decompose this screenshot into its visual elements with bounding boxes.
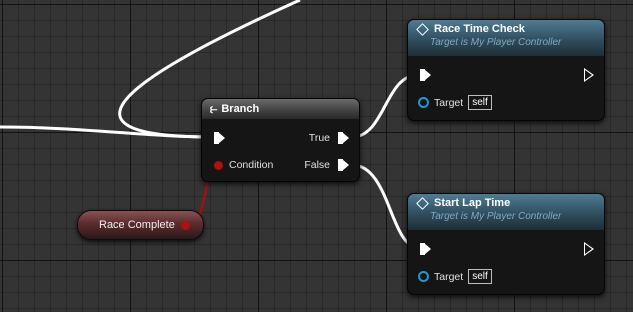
blueprint-graph-canvas[interactable]: ⥼ Branch True Condition False Race Time … [0, 0, 633, 312]
false-exec-pin[interactable] [338, 159, 349, 171]
function-diamond-icon [416, 196, 429, 210]
true-exec-pin[interactable] [338, 132, 349, 144]
start-lap-time-node[interactable]: Start Lap Time Target is My Player Contr… [407, 193, 605, 295]
true-pin-label: True [308, 132, 330, 144]
branch-icon: ⥼ [210, 101, 218, 116]
target-pin-label: Target [434, 96, 464, 109]
race-time-check-exec-in-row[interactable] [420, 69, 431, 81]
function-diamond-icon [416, 22, 429, 36]
exec-out-pin[interactable] [584, 68, 594, 82]
branch-true-pin-row[interactable]: True [309, 132, 349, 144]
start-lap-time-header[interactable]: Start Lap Time Target is My Player Contr… [408, 194, 604, 230]
branch-node-title: Branch [221, 103, 260, 115]
target-object-pin[interactable] [418, 271, 429, 282]
exec-in-pin[interactable] [420, 243, 431, 255]
branch-condition-pin-row[interactable]: Condition [214, 159, 273, 171]
start-lap-time-subtitle: Target is My Player Controller [430, 211, 562, 222]
exec-in-pin[interactable] [420, 69, 431, 81]
start-lap-time-exec-in-row[interactable] [420, 243, 431, 255]
race-complete-bool-pin[interactable] [180, 220, 190, 230]
condition-bool-pin[interactable] [214, 160, 223, 170]
race-time-check-node[interactable]: Race Time Check Target is My Player Cont… [407, 19, 605, 121]
race-time-check-exec-out-row[interactable] [584, 68, 594, 82]
race-complete-label: Race Complete [99, 219, 175, 231]
start-lap-time-exec-out-row[interactable] [584, 242, 594, 256]
target-self-value[interactable]: self [468, 95, 492, 110]
start-lap-time-target-row[interactable]: Target self [418, 269, 492, 284]
exec-in-pin[interactable] [214, 132, 225, 144]
start-lap-time-title: Start Lap Time [434, 197, 511, 209]
target-pin-label: Target [434, 270, 464, 283]
branch-node-header[interactable]: ⥼ Branch [202, 99, 359, 119]
race-complete-variable-node[interactable]: Race Complete [77, 210, 204, 240]
false-pin-label: False [304, 159, 330, 171]
branch-false-pin-row[interactable]: False [304, 159, 349, 171]
branch-exec-in-pin-row[interactable] [214, 132, 225, 144]
target-object-pin[interactable] [418, 97, 429, 108]
branch-node[interactable]: ⥼ Branch True Condition False [201, 98, 360, 182]
condition-pin-label: Condition [229, 159, 274, 171]
target-self-value[interactable]: self [468, 269, 492, 284]
race-time-check-header[interactable]: Race Time Check Target is My Player Cont… [408, 20, 604, 56]
race-time-check-subtitle: Target is My Player Controller [430, 37, 562, 48]
exec-out-pin[interactable] [584, 242, 594, 256]
race-time-check-target-row[interactable]: Target self [418, 95, 492, 110]
race-time-check-title: Race Time Check [434, 23, 525, 35]
